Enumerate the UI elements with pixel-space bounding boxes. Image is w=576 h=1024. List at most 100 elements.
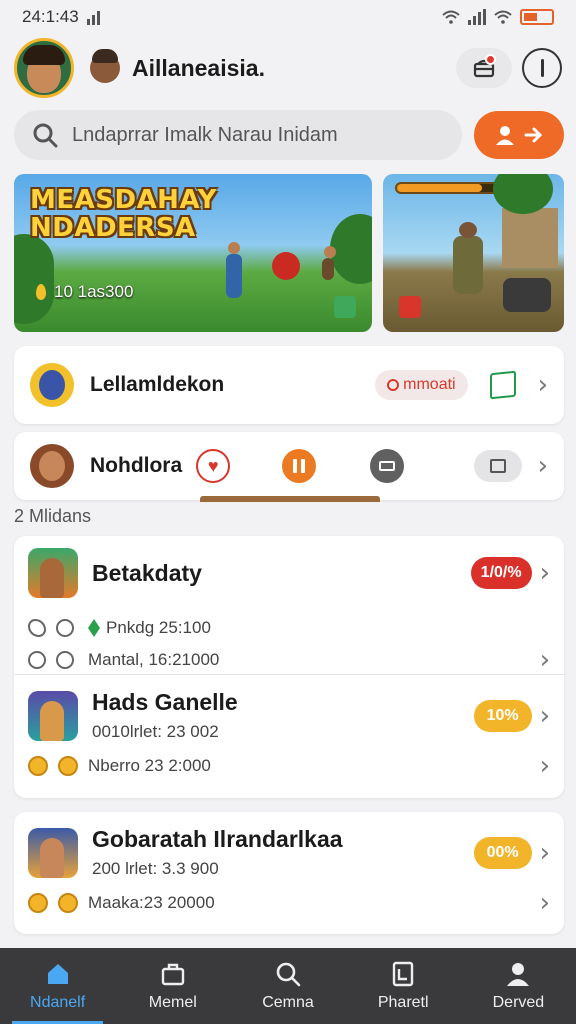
refresh-icon	[56, 651, 74, 669]
game-icon	[28, 548, 78, 598]
timer-icon	[28, 651, 46, 669]
chevron-right-icon[interactable]: ›	[540, 838, 550, 868]
opponent-figure	[322, 246, 336, 280]
notifications-button[interactable]	[456, 48, 512, 88]
player-figure	[226, 242, 242, 298]
coin-icon	[58, 893, 78, 913]
record-icon	[387, 379, 400, 391]
chevron-right-icon[interactable]: ›	[540, 558, 550, 588]
nav-home[interactable]: Ndanelf	[0, 948, 115, 1024]
avatar[interactable]	[14, 38, 74, 98]
clock-icon	[56, 619, 74, 637]
nav-pharetl[interactable]: Pharetl	[346, 948, 461, 1024]
friend-avatar	[30, 363, 74, 407]
search-placeholder: Lndaprrar Imalk Narau Inidam	[72, 123, 338, 146]
game-stat-2: Mantal, 16:21000	[88, 650, 220, 669]
status-time: 24:1:43	[22, 7, 79, 26]
game-item[interactable]: Betakdaty 1/0/% › Pnkdg 25:100 Mantal, 1…	[14, 536, 564, 676]
search-icon	[33, 123, 58, 148]
power-button[interactable]	[522, 48, 562, 88]
heart-icon[interactable]: ♥	[196, 449, 231, 483]
wifi-icon	[442, 10, 460, 24]
game-meta-row-2: Mantal, 16:21000 ›	[28, 644, 550, 676]
search-icon	[276, 962, 301, 987]
briefcase-icon	[161, 963, 184, 986]
game-title: Hads Ganelle	[92, 689, 238, 715]
chevron-right-icon[interactable]: ›	[538, 370, 548, 400]
edit-box-icon	[489, 459, 506, 473]
nav-label: Ndanelf	[30, 994, 86, 1011]
game-meta-row: Pnkdg 25:100	[28, 612, 550, 644]
game-stat-1: 200 lrlet: 3.3 900	[92, 859, 219, 878]
game-title: Gobaratah Ilrandarlkaa	[92, 826, 343, 852]
signal-icon	[86, 9, 100, 25]
user-name: Aillaneaisia.	[132, 54, 265, 81]
chevron-right-icon[interactable]: ›	[540, 888, 550, 918]
screen-icon[interactable]	[370, 449, 405, 483]
soldier-figure	[453, 222, 483, 294]
game-item[interactable]: Hads Ganelle 0010lrlet: 23 002 10% › Nbe…	[14, 675, 564, 797]
banner-heart-icon[interactable]	[399, 296, 421, 318]
header: Aillaneaisia.	[14, 36, 562, 100]
edit-button[interactable]	[473, 450, 522, 482]
character-icon	[90, 49, 120, 83]
record-pill-label: mmoati	[403, 376, 456, 393]
game-stat-2: Nberro 23 2:000	[88, 756, 211, 775]
banner-action-icon[interactable]	[334, 296, 356, 318]
featured-banner[interactable]: MEASDAHAY NDADERSA 10 1as300	[14, 174, 372, 332]
game-meta-row-2: Nberro 23 2:000 ›	[28, 750, 550, 782]
coin-icon	[58, 756, 78, 776]
search-input[interactable]: Lndaprrar Imalk Narau Inidam	[14, 110, 462, 160]
document-icon	[393, 961, 414, 987]
pause-icon[interactable]	[282, 449, 317, 483]
record-pill[interactable]: mmoati	[375, 370, 468, 400]
ruins-art	[502, 208, 558, 268]
player-row-card[interactable]: Nohdlora ♥ ›	[14, 432, 564, 502]
edit-icon[interactable]	[489, 370, 516, 400]
game-icon	[28, 827, 78, 878]
cell-signal-icon	[468, 9, 486, 25]
banner-title: MEASDAHAY NDADERSA	[30, 185, 217, 244]
tree-art	[14, 234, 54, 324]
nav-memel[interactable]: Memel	[115, 948, 230, 1024]
player-name: Nohdlora	[90, 454, 183, 477]
coin-icon	[28, 893, 48, 913]
chevron-right-icon[interactable]: ›	[538, 451, 548, 481]
chevron-right-icon[interactable]: ›	[540, 701, 550, 731]
link-icon	[28, 619, 46, 637]
tag-icon	[88, 619, 100, 637]
secondary-banner[interactable]	[383, 174, 564, 332]
game-meta-row-2: Maaka:23 20000 ›	[28, 887, 550, 919]
nav-profile[interactable]: Derved	[461, 948, 576, 1024]
profile-icon	[507, 963, 530, 986]
game-item[interactable]: Gobaratah Ilrandarlkaa 200 lrlet: 3.3 90…	[14, 812, 564, 934]
battery-icon	[520, 9, 554, 25]
ball-art	[272, 252, 300, 280]
nav-search[interactable]: Cemna	[230, 948, 345, 1024]
friend-name: Lellamldekon	[90, 373, 225, 396]
friend-row-card[interactable]: Lellamldekon mmoati ›	[14, 346, 564, 424]
add-friend-button[interactable]	[474, 111, 564, 159]
chevron-right-icon[interactable]: ›	[540, 751, 550, 781]
games-list-card: Betakdaty 1/0/% › Pnkdg 25:100 Mantal, 1…	[14, 536, 564, 798]
cannon-art	[503, 278, 551, 312]
arrow-right-icon	[524, 127, 543, 143]
coin-icon	[28, 756, 48, 776]
power-icon	[540, 59, 544, 77]
game-title: Betakdaty	[92, 559, 202, 586]
banner-score: 10 1as300	[36, 282, 133, 302]
nav-label: Pharetl	[377, 994, 429, 1011]
home-icon	[47, 964, 68, 984]
progress-badge: 1/0/%	[470, 557, 532, 589]
status-bar: 24:1:43	[0, 0, 576, 34]
chevron-right-icon[interactable]: ›	[540, 645, 550, 675]
wifi-icon-2	[494, 10, 512, 24]
search-row: Lndaprrar Imalk Narau Inidam	[14, 110, 564, 160]
gem-icon	[36, 284, 46, 300]
user-icon	[496, 126, 514, 145]
game-icon	[28, 690, 78, 741]
progress-badge: 00%	[473, 836, 532, 869]
health-bar	[395, 182, 505, 194]
avatar-face-icon	[23, 45, 65, 93]
nav-label: Memel	[148, 994, 197, 1011]
